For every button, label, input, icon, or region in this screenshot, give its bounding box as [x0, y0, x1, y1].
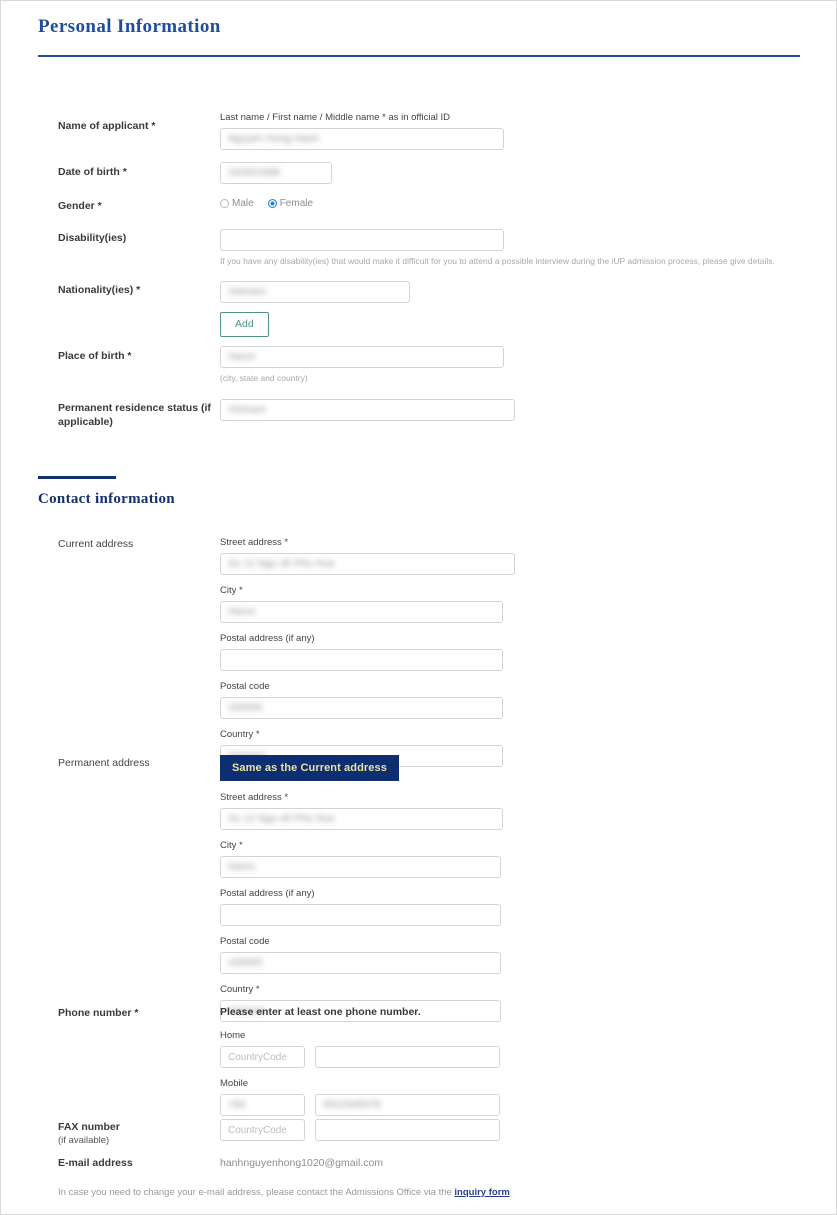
label-disability: Disability(ies) — [58, 232, 127, 244]
phone-mobile-group: Mobile +84 0912345678 — [220, 1077, 500, 1116]
label-name-of-applicant: Name of applicant * — [58, 120, 156, 132]
fax-country-code-input[interactable] — [220, 1119, 305, 1141]
radio-icon-female-selected[interactable] — [267, 199, 277, 208]
permanent-residence-input[interactable] — [220, 399, 515, 421]
label-current-address: Current address — [58, 538, 134, 550]
add-nationality-button[interactable]: Add — [220, 312, 269, 337]
permanent-postal-code-group: Postal code 100000 — [220, 935, 503, 974]
phone-mobile-country-code-input[interactable] — [220, 1094, 305, 1116]
sublabel-permanent-postal-address: Postal address (if any) — [220, 888, 315, 899]
email-address-value: hanhnguyenhong1020@gmail.com — [220, 1157, 384, 1169]
permanent-street-address-group: Street address * So 12 Ngo 45 Pho Hue — [220, 791, 503, 830]
label-fax-number-sub: (if available) — [58, 1135, 110, 1146]
sublabel-current-country: Country * — [220, 729, 260, 740]
sublabel-current-postal-address: Postal address (if any) — [220, 633, 315, 644]
sublabel-current-street: Street address * — [220, 537, 289, 548]
personal-information-heading: Personal Information — [38, 15, 800, 39]
email-change-footnote: In case you need to change your e-mail a… — [58, 1186, 510, 1199]
heading-divider — [38, 55, 800, 57]
nationality-input[interactable] — [220, 281, 410, 303]
page-title: Personal Information — [38, 16, 221, 37]
permanent-street-address-input[interactable] — [220, 808, 503, 830]
current-city-group: City * Hanoi — [220, 584, 515, 623]
gender-option-male[interactable]: Male — [220, 198, 254, 209]
inquiry-form-link[interactable]: inquiry form — [454, 1187, 509, 1198]
contact-heading-bar — [38, 476, 116, 479]
sublabel-permanent-street: Street address * — [220, 792, 289, 803]
same-as-current-address-button[interactable]: Same as the Current address — [220, 755, 399, 781]
sublabel-current-city: City * — [220, 585, 243, 596]
current-postal-address-group: Postal address (if any) — [220, 632, 515, 671]
helper-place-of-birth: (city, state and country) — [220, 373, 308, 383]
footnote-text: In case you need to change your e-mail a… — [58, 1187, 455, 1198]
disability-input[interactable] — [220, 229, 504, 251]
current-city-input[interactable] — [220, 601, 503, 623]
label-phone-number: Phone number * — [58, 1007, 139, 1019]
gender-option-female[interactable]: Female — [267, 198, 314, 209]
sublabel-permanent-country: Country * — [220, 984, 260, 995]
label-email-address: E-mail address — [58, 1157, 133, 1169]
helper-disability: If you have any disability(ies) that wou… — [220, 256, 775, 266]
permanent-city-group: City * Hanoi — [220, 839, 503, 878]
label-permanent-residence: Permanent residence status (if applicabl… — [58, 402, 211, 428]
label-fax-number: FAX number (if available) — [58, 1120, 213, 1148]
permanent-postal-code-input[interactable] — [220, 952, 501, 974]
contact-information-heading: Contact information — [38, 476, 175, 508]
sublabel-current-postal-code: Postal code — [220, 681, 270, 692]
permanent-postal-address-input[interactable] — [220, 904, 501, 926]
phone-note: Please enter at least one phone number. — [220, 1006, 421, 1018]
label-date-of-birth: Date of birth * — [58, 166, 127, 178]
sublabel-phone-home: Home — [220, 1030, 246, 1041]
gender-option-male-label: Male — [232, 198, 254, 209]
label-place-of-birth: Place of birth * — [58, 350, 132, 362]
current-street-address-input[interactable] — [220, 553, 515, 575]
radio-icon-male[interactable] — [220, 199, 229, 208]
fax-number-input[interactable] — [315, 1119, 500, 1141]
sublabel-phone-mobile: Mobile — [220, 1078, 248, 1089]
current-postal-code-group: Postal code 100000 — [220, 680, 515, 719]
label-gender: Gender * — [58, 200, 102, 212]
place-of-birth-input[interactable] — [220, 346, 504, 368]
phone-home-number-input[interactable] — [315, 1046, 500, 1068]
current-postal-address-input[interactable] — [220, 649, 503, 671]
permanent-city-input[interactable] — [220, 856, 501, 878]
phone-home-country-code-input[interactable] — [220, 1046, 305, 1068]
label-nationality: Nationality(ies) * — [58, 284, 141, 296]
current-postal-code-input[interactable] — [220, 697, 503, 719]
name-input[interactable] — [220, 128, 504, 150]
label-fax-number-text: FAX number — [58, 1121, 120, 1133]
sublabel-permanent-city: City * — [220, 840, 243, 851]
sublabel-permanent-postal-code: Postal code — [220, 936, 270, 947]
permanent-postal-address-group: Postal address (if any) — [220, 887, 503, 926]
gender-radio-group: Male Female — [220, 198, 313, 209]
phone-home-group: Home — [220, 1029, 500, 1068]
date-of-birth-input[interactable] — [220, 162, 332, 184]
current-street-address-group: Street address * So 12 Ngo 45 Pho Hue — [220, 536, 515, 575]
sublabel-name-format: Last name / First name / Middle name * a… — [220, 112, 451, 123]
phone-mobile-number-input[interactable] — [315, 1094, 500, 1116]
gender-option-female-label: Female — [279, 198, 314, 209]
form-page: Personal Information Name of applicant *… — [0, 0, 837, 1215]
label-permanent-address: Permanent address — [58, 757, 150, 769]
contact-section-title: Contact information — [38, 491, 175, 507]
